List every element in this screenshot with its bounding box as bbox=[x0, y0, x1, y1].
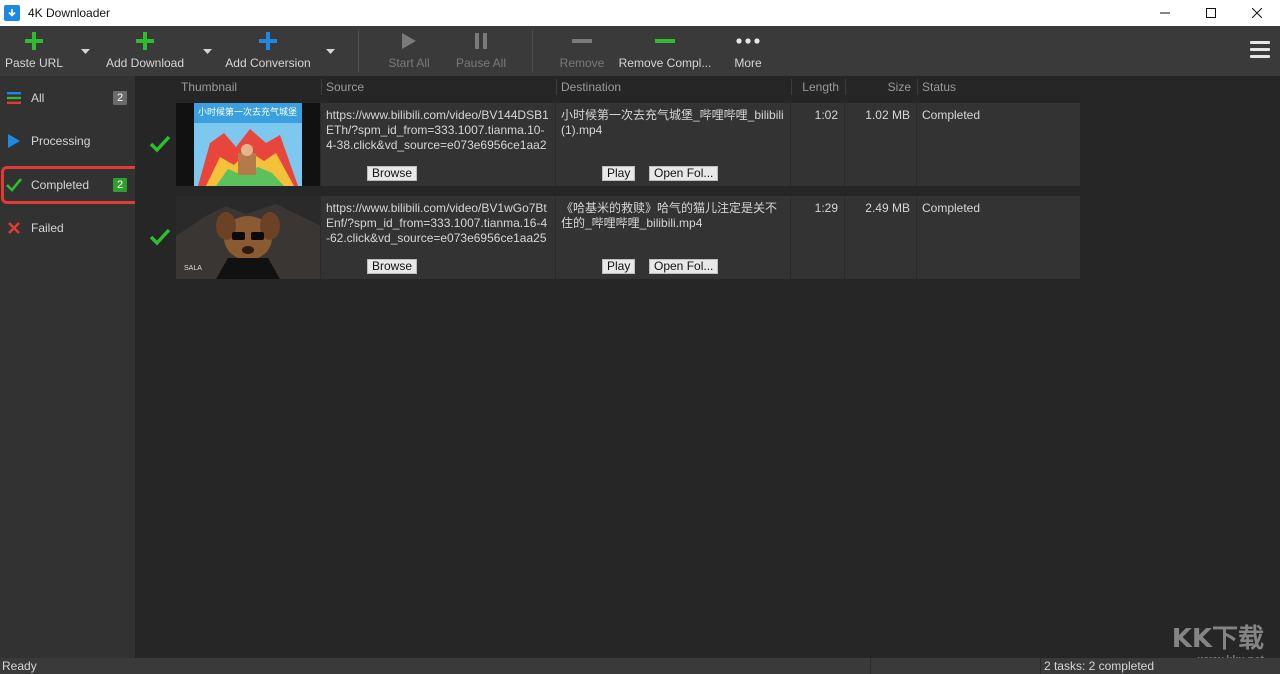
more-label: More bbox=[734, 56, 762, 70]
remove-button[interactable]: Remove bbox=[556, 26, 608, 76]
window-controls bbox=[1142, 0, 1280, 26]
length-cell: 1:02 bbox=[791, 103, 845, 186]
play-icon bbox=[401, 26, 417, 56]
size-cell: 1.02 MB bbox=[845, 103, 917, 186]
minus-icon bbox=[572, 26, 592, 56]
maximize-button[interactable] bbox=[1188, 0, 1234, 26]
start-all-button[interactable]: Start All bbox=[384, 26, 434, 76]
app-logo-icon bbox=[4, 5, 20, 21]
title-bar: 4K Downloader bbox=[0, 0, 1280, 26]
play-icon bbox=[6, 133, 22, 149]
pause-icon bbox=[474, 26, 488, 56]
thumbnail-caption: SALA bbox=[184, 265, 202, 272]
column-header-size[interactable]: Size bbox=[845, 76, 917, 98]
source-url: https://www.bilibili.com/video/BV144DSB1… bbox=[326, 108, 549, 152]
video-thumbnail: SALA bbox=[176, 196, 321, 279]
open-folder-button[interactable]: Open Fol... bbox=[649, 259, 719, 274]
remove-completed-button[interactable]: Remove Compl... bbox=[618, 26, 712, 76]
sidebar-item-label: Failed bbox=[31, 221, 64, 235]
source-cell: https://www.bilibili.com/video/BV144DSB1… bbox=[321, 103, 556, 186]
column-header-source[interactable]: Source bbox=[321, 76, 556, 98]
table-row[interactable]: 小时候第一次去充气城堡 https://www.bilibili.com/vid… bbox=[176, 103, 1080, 186]
remove-label: Remove bbox=[559, 56, 605, 70]
start-all-label: Start All bbox=[388, 56, 430, 70]
add-download-label: Add Download bbox=[105, 56, 185, 70]
play-button[interactable]: Play bbox=[602, 259, 636, 274]
add-conversion-dropdown-icon[interactable] bbox=[325, 46, 335, 56]
paste-url-button[interactable]: Paste URL bbox=[4, 26, 64, 76]
remove-completed-label: Remove Compl... bbox=[618, 56, 712, 70]
open-folder-button[interactable]: Open Fol... bbox=[649, 166, 719, 181]
sidebar: All 2 Processing Completed 2 Failed bbox=[0, 76, 135, 658]
pause-all-button[interactable]: Pause All bbox=[454, 26, 508, 76]
source-cell: https://www.bilibili.com/video/BV1wGo7Bt… bbox=[321, 196, 556, 279]
video-thumbnail: 小时候第一次去充气城堡 bbox=[176, 103, 321, 186]
destination-filename: 《哈基米的救赎》哈气的猫儿注定是关不住的_哔哩哔哩_bilibili.mp4 bbox=[561, 201, 778, 230]
add-download-dropdown-icon[interactable] bbox=[202, 46, 212, 56]
toolbar-divider bbox=[532, 30, 533, 72]
paste-url-dropdown-icon[interactable] bbox=[80, 46, 90, 56]
minimize-button[interactable] bbox=[1142, 0, 1188, 26]
sidebar-item-label: All bbox=[31, 91, 45, 105]
downloads-list: Thumbnail Source Destination Length Size… bbox=[135, 76, 1280, 658]
more-dots-icon bbox=[736, 26, 760, 56]
status-bar: Ready 2 tasks: 2 completed bbox=[0, 658, 1280, 674]
status-divider bbox=[1040, 658, 1041, 674]
sidebar-item-all[interactable]: All 2 bbox=[0, 80, 135, 116]
sidebar-item-failed[interactable]: Failed bbox=[0, 210, 135, 246]
tasks-summary: 2 tasks: 2 completed bbox=[1043, 659, 1154, 673]
status-divider bbox=[870, 658, 871, 674]
x-icon bbox=[6, 220, 22, 236]
column-header-status[interactable]: Status bbox=[917, 76, 1080, 98]
list-icon bbox=[6, 90, 22, 106]
toolbar-divider bbox=[358, 30, 359, 72]
plus-icon bbox=[135, 26, 155, 56]
length-cell: 1:29 bbox=[791, 196, 845, 279]
source-url: https://www.bilibili.com/video/BV1wGo7Bt… bbox=[326, 201, 548, 245]
status-cell: Completed bbox=[922, 201, 981, 215]
pause-all-label: Pause All bbox=[455, 56, 507, 70]
play-button[interactable]: Play bbox=[602, 166, 636, 181]
size-cell: 2.49 MB bbox=[845, 196, 917, 279]
more-button[interactable]: More bbox=[728, 26, 768, 76]
column-header-thumbnail[interactable]: Thumbnail bbox=[176, 76, 321, 98]
watermark-brand: KK下载 bbox=[1171, 624, 1264, 654]
add-conversion-button[interactable]: Add Conversion bbox=[224, 26, 312, 76]
sidebar-item-processing[interactable]: Processing bbox=[0, 123, 135, 159]
status-text: Ready bbox=[2, 659, 37, 673]
destination-filename: 小时候第一次去充气城堡_哔哩哔哩_bilibili (1).mp4 bbox=[561, 108, 784, 137]
status-cell: Completed bbox=[922, 108, 981, 122]
highlight-annotation bbox=[1, 166, 143, 204]
plus-icon bbox=[258, 26, 278, 56]
window-title: 4K Downloader bbox=[28, 6, 111, 20]
minus-icon bbox=[655, 26, 675, 56]
count-badge: 2 bbox=[113, 91, 127, 105]
toolbar: Paste URL Add Download Add Conversion St… bbox=[0, 26, 1280, 76]
add-download-button[interactable]: Add Download bbox=[104, 26, 186, 76]
sidebar-item-label: Processing bbox=[31, 134, 91, 148]
browse-button[interactable]: Browse bbox=[367, 166, 418, 181]
table-row[interactable]: SALA https://www.bilibili.com/video/BV1w… bbox=[176, 196, 1080, 279]
column-header-destination[interactable]: Destination bbox=[556, 76, 791, 98]
close-button[interactable] bbox=[1234, 0, 1280, 26]
paste-url-label: Paste URL bbox=[4, 56, 64, 70]
plus-icon bbox=[24, 26, 44, 56]
thumbnail-caption: 小时候第一次去充气城堡 bbox=[198, 108, 298, 118]
completed-check-icon bbox=[149, 227, 171, 247]
hamburger-menu-icon[interactable] bbox=[1250, 41, 1270, 59]
completed-check-icon bbox=[149, 134, 171, 154]
column-header-length[interactable]: Length bbox=[791, 76, 845, 98]
browse-button[interactable]: Browse bbox=[367, 259, 418, 274]
add-conversion-label: Add Conversion bbox=[225, 56, 311, 70]
